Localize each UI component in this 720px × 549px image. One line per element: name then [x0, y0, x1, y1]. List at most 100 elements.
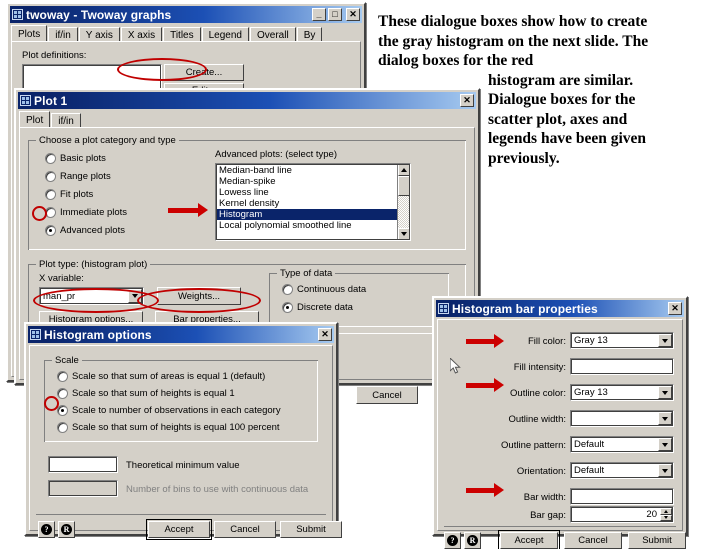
- fill-intensity-input[interactable]: [570, 358, 674, 375]
- cancel-button[interactable]: Cancel: [214, 521, 276, 538]
- reset-button[interactable]: R: [464, 532, 481, 549]
- fill-color-combo[interactable]: Gray 13: [570, 332, 674, 349]
- plot-type-group-label: Plot type: (histogram plot): [36, 259, 151, 270]
- reset-icon: R: [61, 524, 72, 535]
- scroll-thumb[interactable]: [398, 176, 410, 196]
- bar-properties-titlebar[interactable]: Histogram bar properties ✕: [436, 300, 684, 317]
- twoway-titlebar[interactable]: twoway - Twoway graphs _ □ ✕: [10, 6, 362, 23]
- list-item[interactable]: Kernel density: [216, 198, 397, 209]
- x-variable-combo[interactable]: man_pr: [39, 287, 144, 305]
- number-of-bins-input[interactable]: [48, 480, 118, 497]
- bar-properties-window-controls: ✕: [668, 302, 682, 315]
- radio-dot: [45, 171, 56, 182]
- slide-canvas: These dialogue boxes show how to create …: [0, 0, 720, 549]
- outline-width-combo[interactable]: [570, 410, 674, 427]
- list-item[interactable]: Median-spike: [216, 176, 397, 187]
- stata-dialog-icon: [20, 95, 31, 106]
- histogram-options-title: Histogram options: [44, 327, 152, 342]
- tab-x-axis[interactable]: X axis: [120, 27, 163, 42]
- scroll-up-button[interactable]: [398, 164, 410, 176]
- help-button[interactable]: ?: [38, 521, 55, 538]
- radio-scale-areas-1[interactable]: Scale so that sum of areas is equal 1 (d…: [57, 371, 265, 382]
- chevron-down-icon[interactable]: [658, 412, 672, 425]
- accept-button[interactable]: Accept: [498, 530, 560, 549]
- orientation-combo[interactable]: Default: [570, 462, 674, 479]
- histogram-item-arrow: [168, 203, 208, 217]
- radio-immediate-plots[interactable]: Immediate plots: [45, 207, 127, 218]
- accept-button[interactable]: Accept: [146, 519, 212, 540]
- maximize-button[interactable]: □: [328, 8, 342, 21]
- scale-group-label: Scale: [52, 355, 82, 366]
- bar-gap-stepper[interactable]: 20: [570, 506, 674, 523]
- outline-color-combo[interactable]: Gray 13: [570, 384, 674, 401]
- tab-overall[interactable]: Overall: [250, 27, 296, 42]
- outline-pattern-combo[interactable]: Default: [570, 436, 674, 453]
- stepper-down-button[interactable]: [660, 514, 672, 521]
- list-item[interactable]: Local polynomial smoothed line: [216, 220, 397, 231]
- advanced-plots-listbox[interactable]: Median-band line Median-spike Lowess lin…: [215, 163, 411, 241]
- radio-range-plots[interactable]: Range plots: [45, 171, 111, 182]
- histogram-options-window[interactable]: Histogram options ✕ Scale Scale so that …: [24, 322, 342, 540]
- plot1-titlebar[interactable]: Plot 1 ✕: [18, 92, 476, 109]
- radio-scale-observations[interactable]: Scale to number of observations in each …: [57, 405, 281, 416]
- scroll-down-button[interactable]: [398, 228, 410, 240]
- tab-y-axis[interactable]: Y axis: [78, 27, 120, 42]
- chevron-down-icon[interactable]: [128, 289, 142, 303]
- scroll-track[interactable]: [398, 176, 410, 228]
- cancel-button[interactable]: Cancel: [564, 532, 622, 549]
- radio-label: Range plots: [60, 171, 111, 182]
- fill-color-value: Gray 13: [574, 335, 608, 346]
- chevron-down-icon[interactable]: [658, 386, 672, 399]
- arrow-shaft: [466, 382, 494, 388]
- tab-if-in[interactable]: if/in: [48, 27, 78, 42]
- stepper-buttons[interactable]: [660, 508, 672, 521]
- close-icon[interactable]: ✕: [318, 328, 332, 341]
- chevron-down-icon[interactable]: [658, 334, 672, 347]
- bar-properties-window[interactable]: Histogram bar properties ✕ Fill color: G…: [432, 296, 688, 549]
- radio-discrete-data[interactable]: Discrete data: [282, 302, 353, 313]
- submit-button[interactable]: Submit: [628, 532, 686, 549]
- radio-dot: [45, 153, 56, 164]
- chevron-down-icon[interactable]: [658, 464, 672, 477]
- theoretical-min-input[interactable]: [48, 456, 118, 473]
- narrative-line-1: These dialogue boxes show how to create: [378, 13, 648, 30]
- reset-button[interactable]: R: [58, 521, 75, 538]
- tab-titles[interactable]: Titles: [163, 27, 201, 42]
- advanced-plots-scrollbar[interactable]: [397, 164, 410, 240]
- bar-gap-arrow: [466, 483, 504, 497]
- close-button[interactable]: ✕: [346, 8, 360, 21]
- close-icon[interactable]: ✕: [460, 94, 474, 107]
- type-of-data-group: Type of data Continuous data Discrete da…: [269, 268, 449, 327]
- radio-dot: [45, 225, 56, 236]
- radio-advanced-plots[interactable]: Advanced plots: [45, 225, 125, 236]
- list-item[interactable]: Median-band line: [216, 165, 397, 176]
- tab-legend[interactable]: Legend: [201, 27, 249, 42]
- radio-scale-heights-1[interactable]: Scale so that sum of heights is equal 1: [57, 388, 235, 399]
- scale-group: Scale Scale so that sum of areas is equa…: [44, 355, 318, 442]
- tab-by[interactable]: By: [296, 27, 323, 42]
- tab-plots[interactable]: Plots: [11, 25, 48, 42]
- fill-color-arrow: [466, 334, 504, 348]
- help-icon: ?: [41, 524, 52, 535]
- close-icon[interactable]: ✕: [668, 302, 682, 315]
- create-button[interactable]: Create...: [164, 64, 244, 81]
- chevron-down-icon[interactable]: [658, 438, 672, 451]
- help-button[interactable]: ?: [444, 532, 461, 549]
- histogram-options-titlebar[interactable]: Histogram options ✕: [28, 326, 334, 343]
- narrative-line-3: dialog boxes for the red: [378, 52, 534, 69]
- tab-plot[interactable]: Plot: [19, 111, 51, 128]
- weights-button[interactable]: Weights...: [157, 287, 241, 305]
- bar-width-input[interactable]: [570, 488, 674, 505]
- radio-scale-percent[interactable]: Scale so that sum of heights is equal 10…: [57, 422, 280, 433]
- tab-if-in[interactable]: if/in: [51, 113, 81, 128]
- footer-divider: [36, 514, 326, 515]
- minimize-button[interactable]: _: [312, 8, 326, 21]
- radio-basic-plots[interactable]: Basic plots: [45, 153, 106, 164]
- list-item[interactable]: Lowess line: [216, 187, 397, 198]
- submit-button[interactable]: Submit: [280, 521, 342, 538]
- radio-fit-plots[interactable]: Fit plots: [45, 189, 93, 200]
- radio-label: Discrete data: [297, 302, 353, 313]
- list-item-histogram[interactable]: Histogram: [216, 209, 397, 220]
- radio-continuous-data[interactable]: Continuous data: [282, 284, 366, 295]
- plot1-cancel-button[interactable]: Cancel: [356, 386, 418, 404]
